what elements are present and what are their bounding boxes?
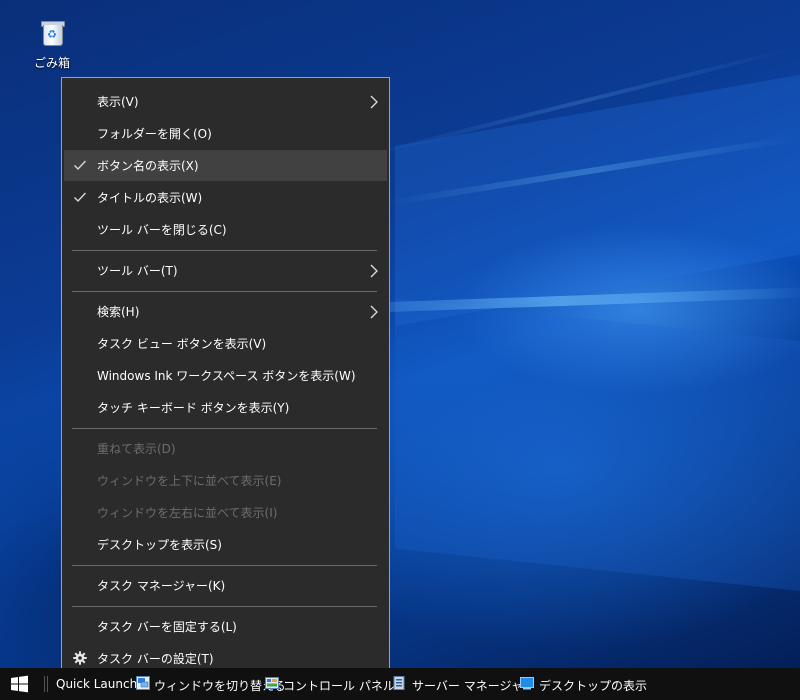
menu-item-label: ボタン名の表示(X) [97,159,199,173]
recycle-bin-shortcut[interactable]: ♻ ごみ箱 [26,20,78,71]
menu-item-label: タスク ビュー ボタンを表示(V) [97,337,267,351]
control-panel-icon [265,677,279,689]
checkmark-icon [74,192,87,203]
menu-item-task-view-button[interactable]: タスク ビュー ボタンを表示(V) [64,328,387,359]
menu-item-toolbars[interactable]: ツール バー(T) [64,255,387,286]
show-desktop-icon [520,677,534,690]
menu-item-label: ウィンドウを上下に並べて表示(E) [97,474,282,488]
gear-icon [73,651,87,665]
menu-item-label: タスク バーを固定する(L) [97,620,237,634]
menu-item-show-title[interactable]: タイトルの表示(W) [64,182,387,213]
submenu-arrow-icon [370,264,378,278]
taskbar-context-menu: 表示(V) フォルダーを開く(O) ボタン名の表示(X) タイトルの表示(W) … [61,77,390,682]
taskbar-item-show-desktop[interactable]: デスクトップの表示 [539,677,647,694]
menu-item-search[interactable]: 検索(H) [64,296,387,327]
menu-item-label: 検索(H) [97,305,140,319]
menu-item-touch-keyboard-button[interactable]: タッチ キーボード ボタンを表示(Y) [64,392,387,423]
recycle-bin-label: ごみ箱 [33,56,70,70]
menu-separator [72,606,377,607]
wallpaper-light-pane [395,298,800,592]
menu-item-label: デスクトップを表示(S) [97,538,222,552]
menu-separator [72,291,377,292]
menu-item-close-toolbar[interactable]: ツール バーを閉じる(C) [64,214,387,245]
menu-item-label: ツール バーを閉じる(C) [97,223,227,237]
menu-item-view[interactable]: 表示(V) [64,86,387,117]
menu-item-label: 表示(V) [97,95,139,109]
menu-item-stack-windows: ウィンドウを上下に並べて表示(E) [64,465,387,496]
menu-item-label: ツール バー(T) [97,264,178,278]
menu-separator [72,250,377,251]
switch-windows-icon [136,676,150,690]
menu-item-cascade-windows: 重ねて表示(D) [64,433,387,464]
menu-item-label: フォルダーを開く(O) [97,127,212,141]
menu-separator [72,428,377,429]
taskbar-item-control-panel[interactable]: コントロール パネル [283,677,395,694]
menu-item-show-desktop[interactable]: デスクトップを表示(S) [64,529,387,560]
menu-item-show-button-names[interactable]: ボタン名の表示(X) [64,150,387,181]
menu-item-label: Windows Ink ワークスペース ボタンを表示(W) [97,369,356,383]
submenu-arrow-icon [370,305,378,319]
menu-item-side-by-side-windows: ウィンドウを左右に並べて表示(I) [64,497,387,528]
menu-item-ink-workspace-button[interactable]: Windows Ink ワークスペース ボタンを表示(W) [64,360,387,391]
menu-item-label: タイトルの表示(W) [97,191,203,205]
menu-item-lock-taskbar[interactable]: タスク バーを固定する(L) [64,611,387,642]
menu-item-label: ウィンドウを左右に並べて表示(I) [97,506,278,520]
menu-item-label: 重ねて表示(D) [97,442,176,456]
menu-item-task-manager[interactable]: タスク マネージャー(K) [64,570,387,601]
menu-separator [72,565,377,566]
taskbar[interactable]: Quick Launch ウィンドウを切り替える コントロール パネル サーバー… [0,668,800,700]
checkmark-icon [74,160,87,171]
server-manager-icon [393,676,405,690]
menu-item-label: タッチ キーボード ボタンを表示(Y) [97,401,290,415]
quick-launch-label: Quick Launch [56,677,138,691]
wallpaper-light-pane [395,73,800,327]
recycle-bin-icon: ♻ [40,20,65,46]
taskbar-item-server-manager[interactable]: サーバー マネージャー [412,677,535,694]
menu-item-open-folder[interactable]: フォルダーを開く(O) [64,118,387,149]
menu-item-label: タスク マネージャー(K) [97,579,226,593]
windows-start-button[interactable] [0,668,40,700]
menu-item-label: タスク バーの設定(T) [97,652,214,666]
toolbar-grip[interactable] [44,676,48,692]
submenu-arrow-icon [370,95,378,109]
